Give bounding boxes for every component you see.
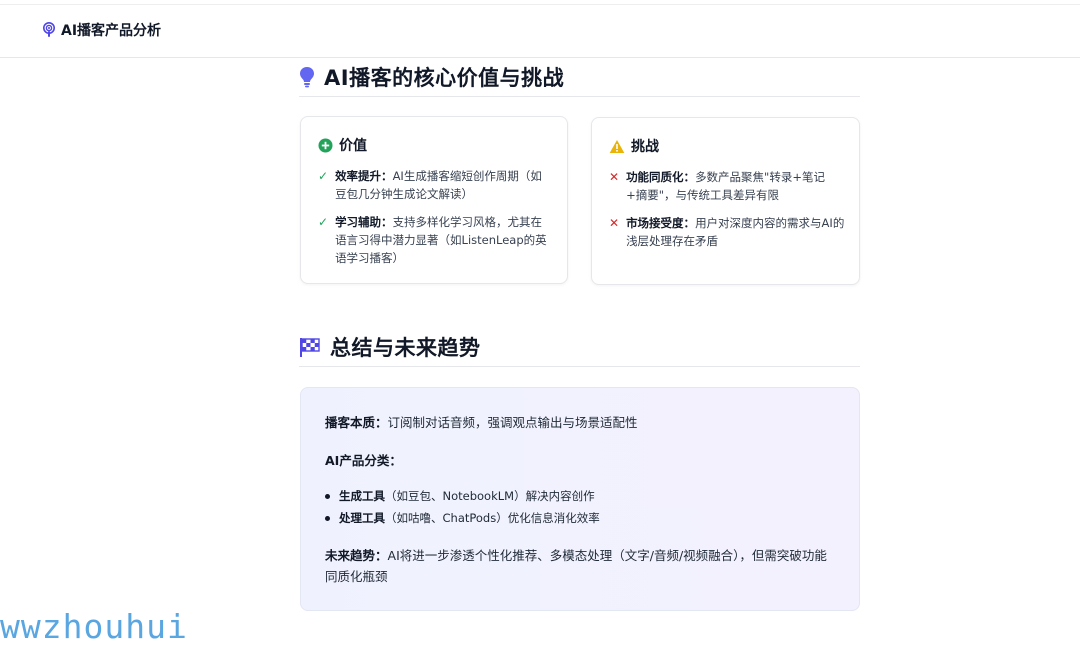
list-item: ✕ 市场接受度：用户对深度内容的需求与AI的浅层处理存在矛盾 [609,214,845,250]
essence-line: 播客本质：订阅制对话音频，强调观点输出与场景适配性 [325,412,835,433]
category-heading: AI产品分类： [325,450,835,471]
plus-circle-icon [318,138,333,152]
trend-text: AI将进一步渗透个性化推荐、多模态处理（文字/音频/视频融合），但需突破功能同质… [325,548,827,584]
watermark: wwzhouhui [0,607,188,646]
list-item: ✕ 功能同质化：多数产品聚焦"转录+笔记+摘要"，与传统工具差异有限 [609,168,845,204]
top-bar: AI播客产品分析 [0,4,1080,58]
checkered-flag-icon [300,338,320,357]
item-term: 市场接受度： [626,216,696,230]
list-item: ✓ 效率提升：AI生成播客缩短创作周期（如豆包几分钟生成论文解读） [318,167,553,203]
category-term: 生成工具 [339,489,385,503]
section-title-text: 总结与未来趋势 [330,336,481,360]
item-term: 效率提升： [335,169,393,183]
value-card: 价值 ✓ 效率提升：AI生成播客缩短创作周期（如豆包几分钟生成论文解读） ✓ 学… [300,116,568,284]
brand[interactable]: AI播客产品分析 [42,20,161,40]
category-text: （如豆包、NotebookLM）解决内容创作 [385,489,595,503]
lightbulb-icon [300,67,314,88]
category-heading-text: AI产品分类： [325,453,402,468]
essence-term: 播客本质： [325,415,388,430]
list-item: 生成工具（如豆包、NotebookLM）解决内容创作 [325,485,600,507]
check-icon: ✓ [318,169,329,183]
bullet-icon [325,515,330,521]
cross-icon: ✕ [609,216,620,230]
section-title-value-challenge: AI播客的核心价值与挑战 [299,62,860,97]
category-term: 处理工具 [339,511,385,525]
value-card-title: 价值 [339,138,367,154]
check-icon: ✓ [318,215,329,229]
challenge-card: 挑战 ✕ 功能同质化：多数产品聚焦"转录+笔记+摘要"，与传统工具差异有限 ✕ … [591,117,860,285]
summary-box: 播客本质：订阅制对话音频，强调观点输出与场景适配性 AI产品分类： 生成工具（如… [300,387,860,611]
category-list: 生成工具（如豆包、NotebookLM）解决内容创作 处理工具（如咕噜、Chat… [325,485,600,529]
trend-term: 未来趋势： [325,548,388,563]
item-term: 学习辅助： [335,215,393,229]
item-term: 功能同质化： [626,170,696,184]
list-item: ✓ 学习辅助：支持多样化学习风格，尤其在语言习得中潜力显著（如ListenLea… [318,213,553,267]
challenge-card-title: 挑战 [631,139,659,155]
podcast-icon [43,22,55,37]
trend-line: 未来趋势：AI将进一步渗透个性化推荐、多模态处理（文字/音频/视频融合），但需突… [325,545,835,587]
list-item: 处理工具（如咕噜、ChatPods）优化信息消化效率 [325,507,600,529]
warning-icon [609,139,625,153]
cross-icon: ✕ [609,170,620,184]
category-text: （如咕噜、ChatPods）优化信息消化效率 [385,511,600,525]
app-title: AI播客产品分析 [61,23,162,39]
section-title-summary: 总结与未来趋势 [299,332,860,367]
section-title-text: AI播客的核心价值与挑战 [324,66,565,90]
essence-text: 订阅制对话音频，强调观点输出与场景适配性 [387,415,638,430]
bullet-icon [325,493,330,499]
